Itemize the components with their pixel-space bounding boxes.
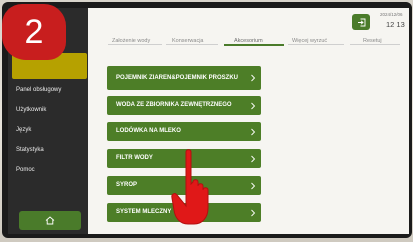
tab-underline: [108, 44, 162, 45]
logout-icon: [357, 18, 365, 26]
logout-button[interactable]: [352, 14, 370, 30]
chevron-right-icon: [251, 155, 256, 162]
sidebar-item-user[interactable]: Użytkownik: [16, 107, 46, 113]
chevron-right-icon: [251, 102, 256, 109]
list-item-milk-fridge[interactable]: LODÓWKA NA MLEKO: [107, 122, 261, 141]
list-item-label: SYSTEM MLECZNY: [116, 209, 172, 215]
sidebar-item-panel[interactable]: Panel obsługowy: [16, 87, 61, 93]
sidebar-item-statistics[interactable]: Statystyka: [16, 147, 44, 153]
list-item-external-tank-water[interactable]: WODA ZE ZBIORNIKA ZEWNĘTRZNEGO: [107, 96, 261, 115]
date-display: 2024/12/06: [380, 12, 403, 17]
pointing-hand-icon: [171, 149, 209, 225]
tab-underline: [350, 44, 400, 45]
sidebar-item-help[interactable]: Pomoc: [16, 167, 35, 173]
home-button[interactable]: [19, 211, 81, 230]
list-item-label: LODÓWKA NA MLEKO: [116, 128, 181, 134]
list-item-label: SYROP: [116, 182, 138, 188]
time-display: 12 13: [386, 20, 405, 29]
tab-underline: [166, 44, 218, 45]
chevron-right-icon: [251, 182, 256, 189]
chevron-right-icon: [251, 209, 256, 216]
step-number-badge: 2: [2, 4, 66, 60]
home-icon: [45, 216, 55, 225]
list-item-bean-powder-container[interactable]: POJEMNIK ZIAREN&POJEMNIK PROSZKU: [107, 66, 261, 90]
main-panel: Założenie wody Konserwacja Akcesorium Wi…: [88, 8, 409, 234]
list-item-label: WODA ZE ZBIORNIKA ZEWNĘTRZNEGO: [116, 102, 232, 108]
sidebar-item-language[interactable]: Język: [16, 127, 31, 133]
list-item-label: FILTR WODY: [116, 155, 153, 161]
tab-underline: [288, 44, 344, 45]
chevron-right-icon: [251, 74, 256, 82]
list-item-label: POJEMNIK ZIAREN&POJEMNIK PROSZKU: [116, 74, 239, 81]
tab-underline-active: [224, 44, 284, 46]
chevron-right-icon: [251, 128, 256, 135]
